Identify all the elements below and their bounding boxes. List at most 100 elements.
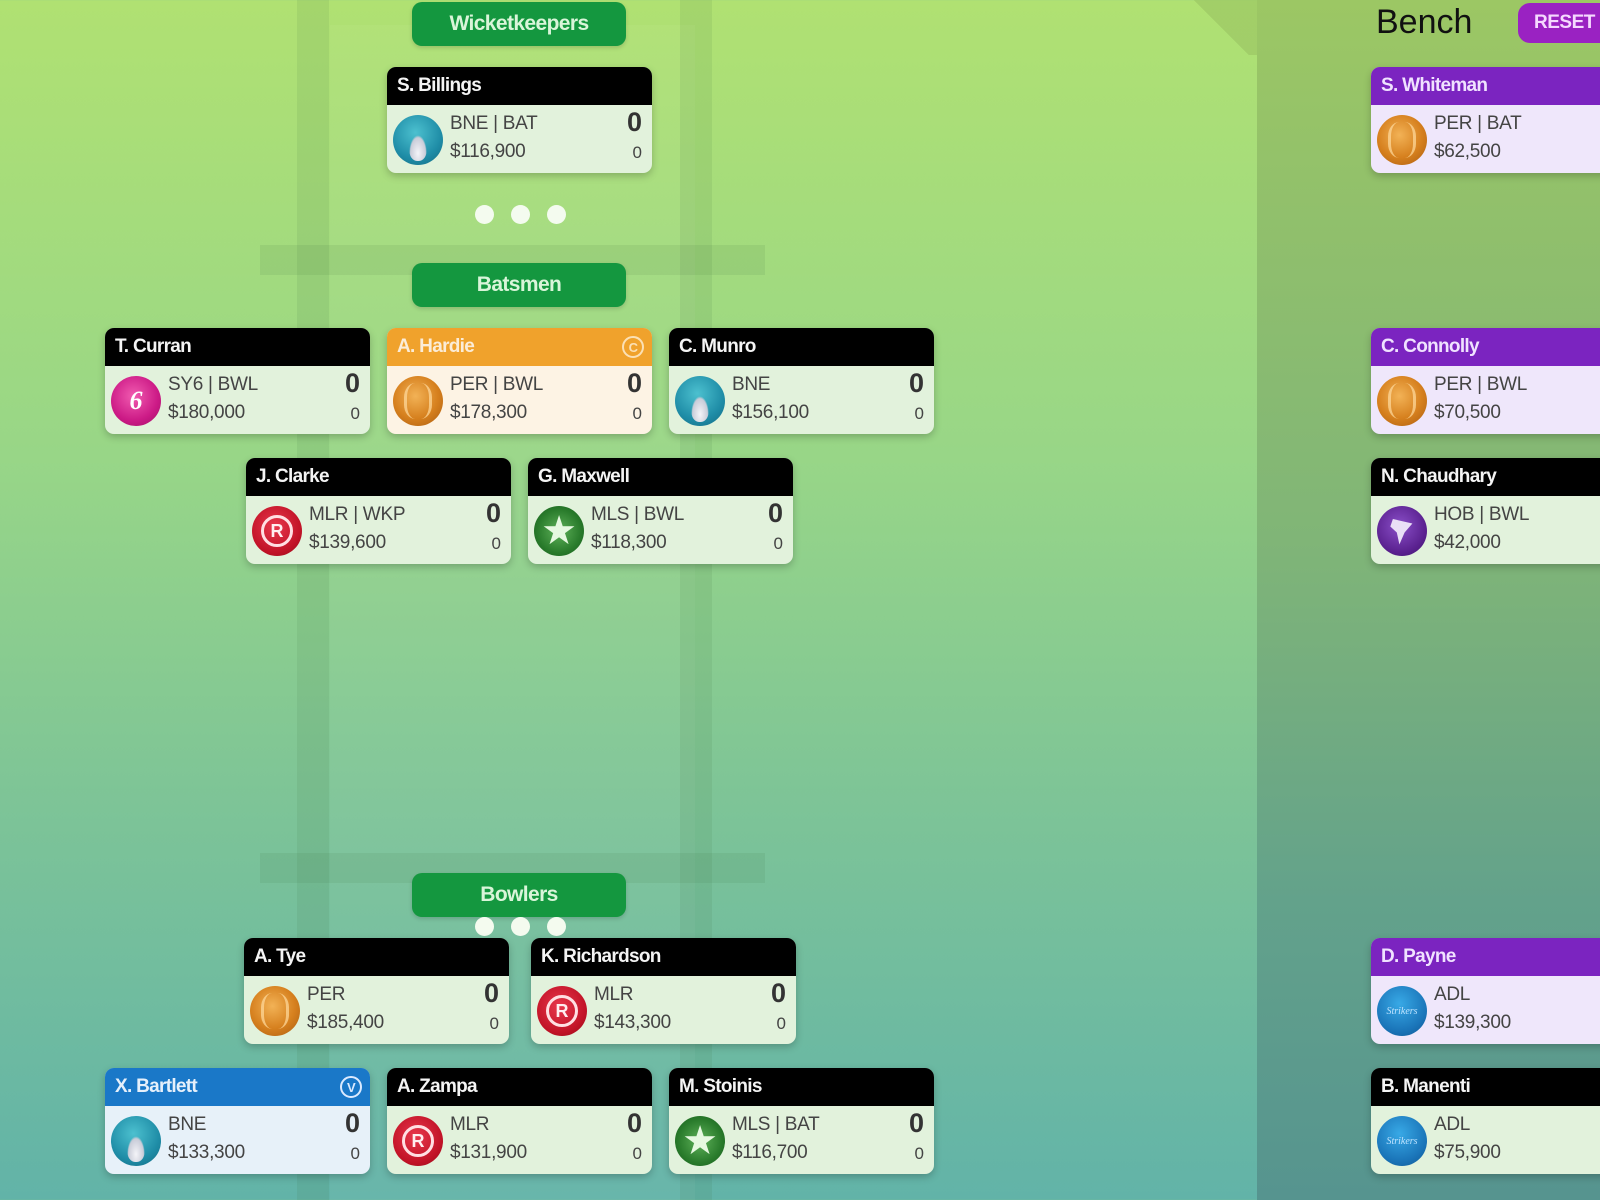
player-points: 0 xyxy=(483,978,499,1008)
player-name: K. Richardson xyxy=(531,938,796,976)
empty-slot-dot xyxy=(475,205,494,224)
player-points: 0 xyxy=(626,368,642,398)
player-team-role: BNE xyxy=(732,374,771,395)
player-card-curran[interactable]: T. Curran 6 SY6 | BWL $180,000 0 0 xyxy=(105,328,370,434)
player-team-role: PER | BWL xyxy=(1434,374,1528,395)
player-sub-points: 0 xyxy=(632,1144,642,1163)
bench-card-chaudhary[interactable]: N. Chaudhary HOB | BWL $42,000 xyxy=(1371,458,1600,564)
player-team-role: BNE | BAT xyxy=(450,113,538,134)
player-price: $116,900 xyxy=(450,141,526,162)
player-sub-points: 0 xyxy=(632,404,642,423)
player-price: $178,300 xyxy=(450,402,527,423)
player-card-munro[interactable]: C. Munro BNE $156,100 0 0 xyxy=(669,328,934,434)
adelaide-strikers-icon: Strikers xyxy=(1377,1116,1427,1166)
player-name: S. Whiteman xyxy=(1371,67,1600,105)
reset-button[interactable]: RESET xyxy=(1518,3,1600,43)
player-points: 0 xyxy=(344,1108,360,1138)
player-sub-points: 0 xyxy=(914,404,924,423)
player-team-role: MLR xyxy=(450,1114,490,1135)
player-price: $116,700 xyxy=(732,1142,808,1163)
player-team-role: ADL xyxy=(1434,1114,1471,1135)
perth-scorchers-icon xyxy=(250,986,300,1036)
adelaide-strikers-icon: Strikers xyxy=(1377,986,1427,1036)
player-price: $139,300 xyxy=(1434,1012,1511,1033)
bne-heat-icon xyxy=(675,376,725,426)
player-name: T. Curran xyxy=(105,328,370,366)
player-price: $62,500 xyxy=(1434,141,1501,162)
player-price: $139,600 xyxy=(309,532,386,553)
player-card-billings[interactable]: S. Billings BNE | BAT $116,900 0 0 xyxy=(387,67,652,173)
add-wicketkeeper-slots[interactable] xyxy=(475,205,566,224)
add-bowler-slots[interactable] xyxy=(475,917,566,936)
player-card-hardie[interactable]: A. Hardie C PER | BWL $178,300 0 0 xyxy=(387,328,652,434)
empty-slot-dot xyxy=(475,917,494,936)
player-points: 0 xyxy=(767,498,783,528)
player-name: D. Payne xyxy=(1371,938,1600,976)
player-price: $185,400 xyxy=(307,1012,384,1033)
player-card-maxwell[interactable]: G. Maxwell ★ MLS | BWL $118,300 0 0 xyxy=(528,458,793,564)
player-sub-points: 0 xyxy=(489,1014,499,1033)
player-price: $75,900 xyxy=(1434,1142,1501,1163)
player-team-role: PER | BAT xyxy=(1434,113,1522,134)
bne-heat-icon xyxy=(393,115,443,165)
player-card-bartlett[interactable]: X. Bartlett V BNE $133,300 0 0 xyxy=(105,1068,370,1174)
player-team-role: MLS | BWL xyxy=(591,504,685,525)
player-price: $70,500 xyxy=(1434,402,1501,423)
player-name: G. Maxwell xyxy=(528,458,793,496)
player-name: X. Bartlett xyxy=(115,1076,198,1097)
melbourne-stars-icon: ★ xyxy=(675,1116,725,1166)
player-sub-points: 0 xyxy=(350,1144,360,1163)
player-points: 0 xyxy=(626,107,642,137)
section-label-wicketkeepers: Wicketkeepers xyxy=(412,2,626,46)
player-points: 0 xyxy=(770,978,786,1008)
player-team-role: SY6 | BWL xyxy=(168,374,258,395)
melbourne-renegades-icon: R xyxy=(393,1116,443,1166)
player-card-clarke[interactable]: J. Clarke R MLR | WKP $139,600 0 0 xyxy=(246,458,511,564)
player-price: $133,300 xyxy=(168,1142,245,1163)
player-name: C. Connolly xyxy=(1371,328,1600,366)
player-points: 0 xyxy=(908,368,924,398)
melbourne-stars-icon: ★ xyxy=(534,506,584,556)
player-team-role: MLS | BAT xyxy=(732,1114,820,1135)
player-card-stoinis[interactable]: M. Stoinis ★ MLS | BAT $116,700 0 0 xyxy=(669,1068,934,1174)
perth-scorchers-icon xyxy=(1377,115,1427,165)
player-team-role: MLR xyxy=(594,984,634,1005)
player-sub-points: 0 xyxy=(491,534,501,553)
player-points: 0 xyxy=(485,498,501,528)
captain-badge-icon: C xyxy=(622,336,644,358)
empty-slot-dot xyxy=(511,205,530,224)
player-name: B. Manenti xyxy=(1371,1068,1600,1106)
player-name: A. Hardie xyxy=(397,336,475,357)
melbourne-renegades-icon: R xyxy=(537,986,587,1036)
player-points: 0 xyxy=(626,1108,642,1138)
section-label-bowlers: Bowlers xyxy=(412,873,626,917)
player-price: $156,100 xyxy=(732,402,809,423)
bench-card-payne[interactable]: D. Payne Strikers ADL $139,300 xyxy=(1371,938,1600,1044)
empty-slot-dot xyxy=(511,917,530,936)
hobart-hurricanes-icon xyxy=(1377,506,1427,556)
player-card-zampa[interactable]: A. Zampa R MLR $131,900 0 0 xyxy=(387,1068,652,1174)
bench-card-manenti[interactable]: B. Manenti Strikers ADL $75,900 xyxy=(1371,1068,1600,1174)
player-price: $118,300 xyxy=(591,532,667,553)
melbourne-renegades-icon: R xyxy=(252,506,302,556)
player-price: $180,000 xyxy=(168,402,245,423)
player-points: 0 xyxy=(908,1108,924,1138)
player-card-tye[interactable]: A. Tye PER $185,400 0 0 xyxy=(244,938,509,1044)
player-card-richardson[interactable]: K. Richardson R MLR $143,300 0 0 xyxy=(531,938,796,1044)
player-team-role: ADL xyxy=(1434,984,1471,1005)
bench-card-whiteman[interactable]: S. Whiteman PER | BAT $62,500 xyxy=(1371,67,1600,173)
player-name: N. Chaudhary xyxy=(1371,458,1600,496)
player-price: $131,900 xyxy=(450,1142,527,1163)
bench-card-connolly[interactable]: C. Connolly PER | BWL $70,500 xyxy=(1371,328,1600,434)
player-points: 0 xyxy=(344,368,360,398)
player-name: A. Zampa xyxy=(387,1068,652,1106)
bench-panel-corner xyxy=(1185,0,1257,55)
player-name: J. Clarke xyxy=(246,458,511,496)
player-team-role: PER xyxy=(307,984,346,1005)
vice-captain-badge-icon: V xyxy=(340,1076,362,1098)
empty-slot-dot xyxy=(547,917,566,936)
sydney-sixers-icon: 6 xyxy=(111,376,161,426)
bne-heat-icon xyxy=(111,1116,161,1166)
empty-slot-dot xyxy=(547,205,566,224)
player-name: M. Stoinis xyxy=(669,1068,934,1106)
